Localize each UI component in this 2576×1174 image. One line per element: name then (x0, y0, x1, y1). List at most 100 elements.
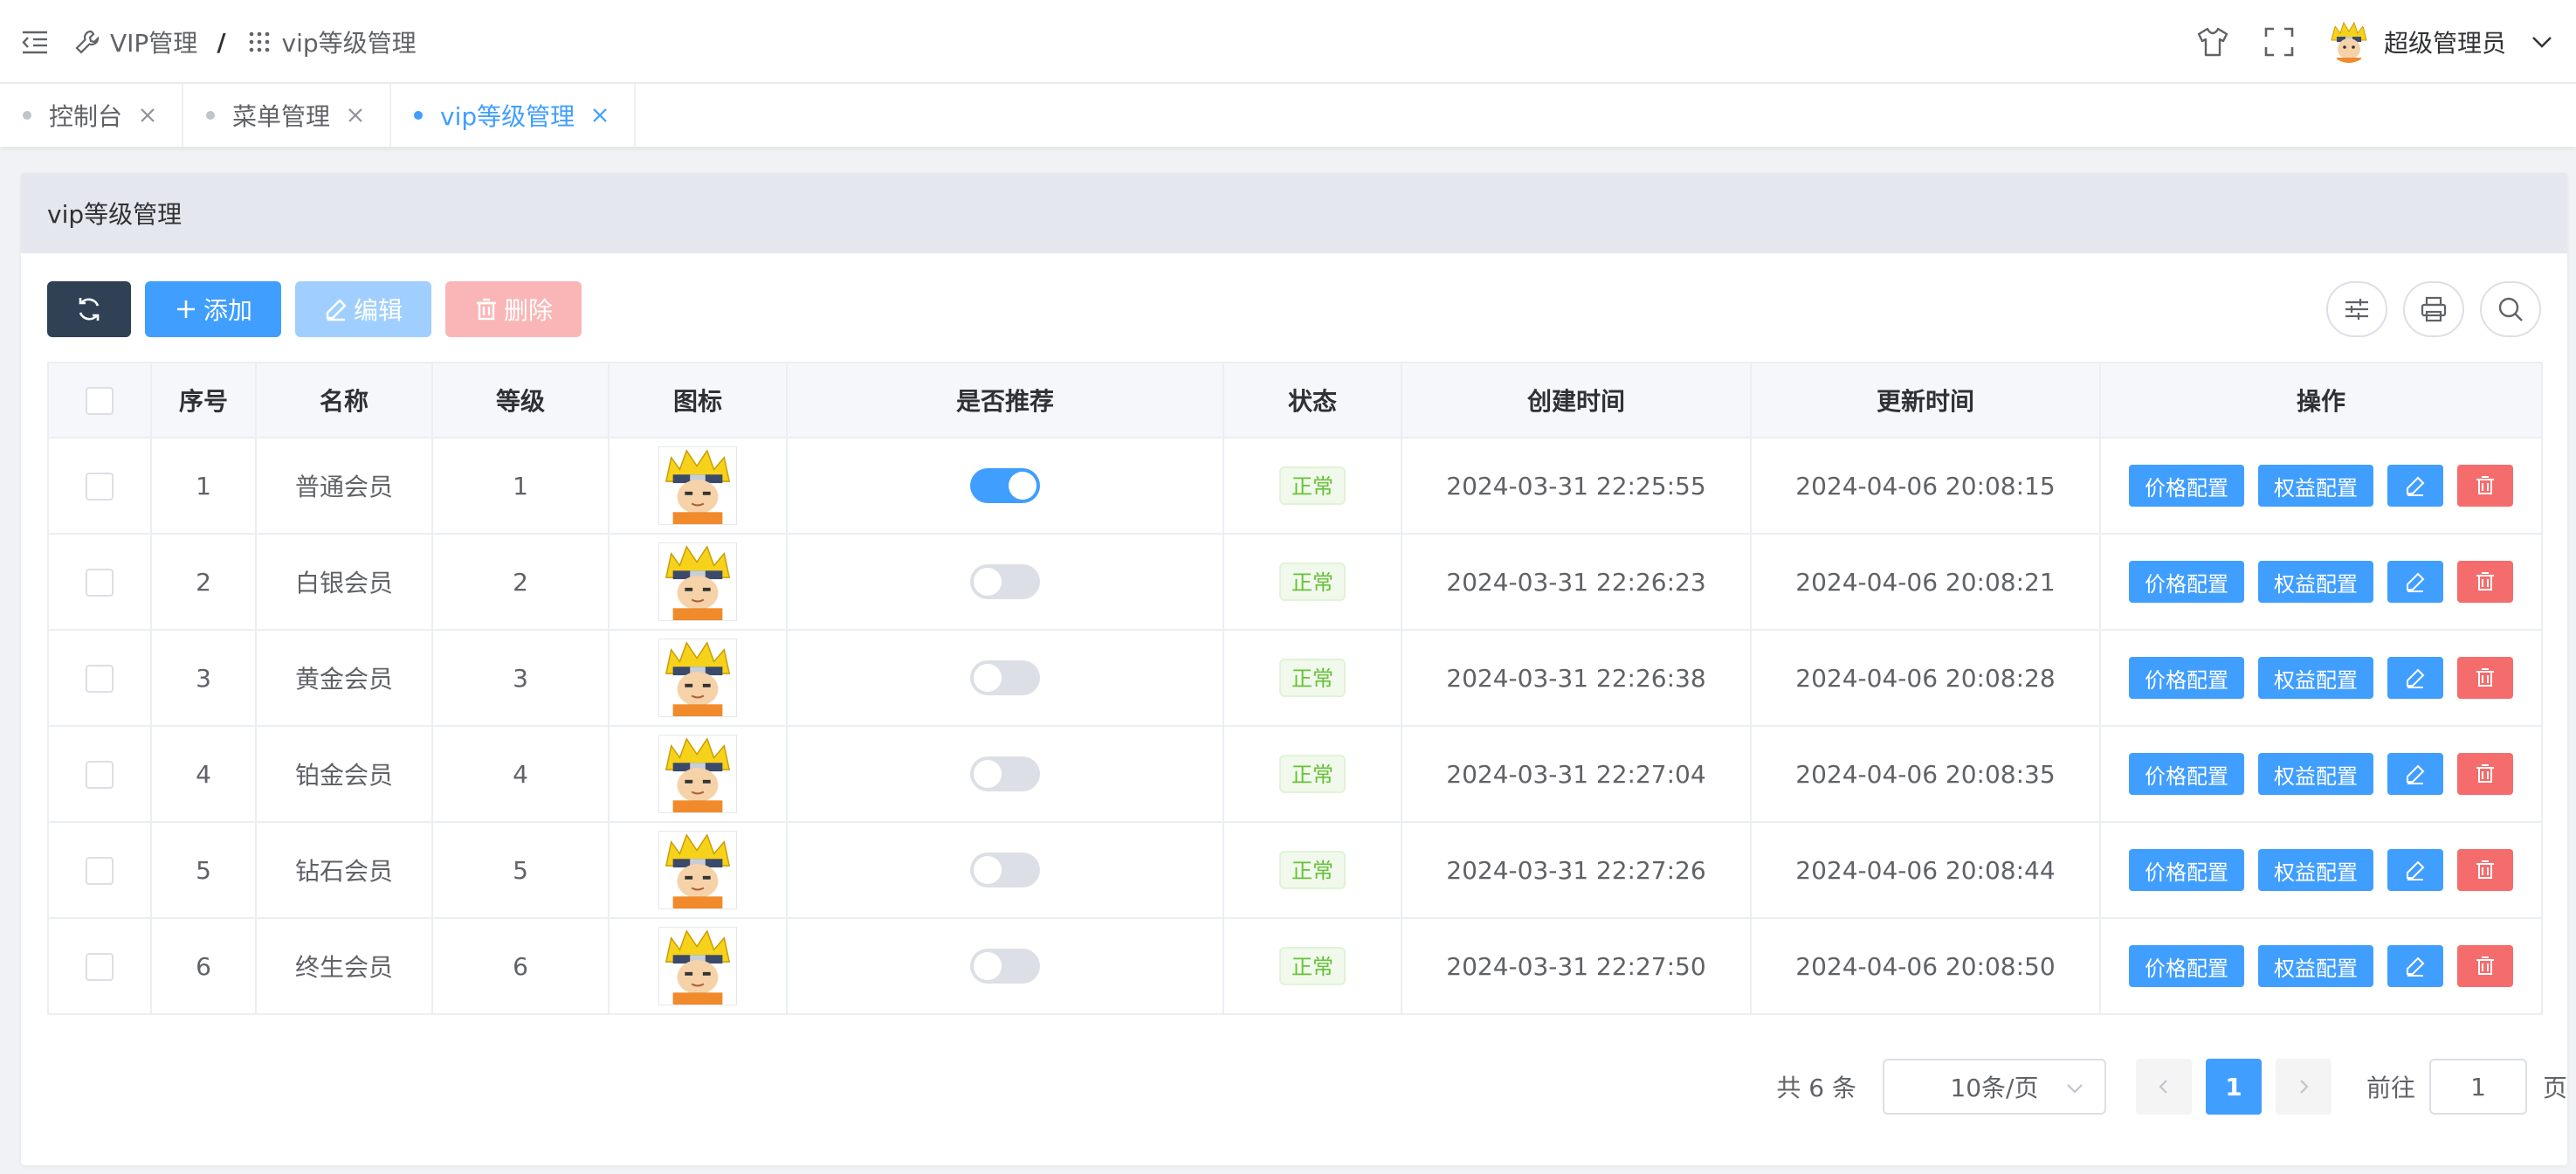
cell-index: 5 (150, 821, 257, 919)
recommend-switch[interactable] (970, 949, 1040, 984)
table-row: 2 白银会员 2 正常 2024-03-31 22:26:23 2024-04-… (47, 533, 2543, 631)
tab-dot (23, 111, 31, 120)
pagination: 共 6 条 10条/页 1 前往 页 (1776, 1059, 2567, 1115)
rights-config-button[interactable]: 权益配置 (2258, 945, 2373, 987)
row-edit-button[interactable] (2387, 561, 2443, 603)
vip-icon-image[interactable] (658, 639, 737, 717)
edit-button[interactable]: 编辑 (295, 281, 431, 337)
fullscreen-icon[interactable] (2262, 24, 2297, 59)
avatar[interactable] (2327, 21, 2370, 63)
row-edit-button[interactable] (2387, 753, 2443, 795)
price-config-button[interactable]: 价格配置 (2129, 561, 2244, 603)
trash-icon (2476, 860, 2494, 879)
row-delete-button[interactable] (2457, 753, 2513, 795)
row-delete-button[interactable] (2457, 945, 2513, 987)
breadcrumb-item-vip[interactable]: VIP管理 (110, 24, 197, 59)
row-delete-button[interactable] (2457, 657, 2513, 699)
cell-status: 正常 (1223, 437, 1402, 535)
row-checkbox[interactable] (86, 953, 114, 981)
row-checkbox[interactable] (86, 857, 114, 885)
row-checkbox[interactable] (86, 473, 114, 501)
cell-level: 2 (431, 533, 610, 631)
edit-icon (2407, 476, 2425, 496)
column-header: 状态 (1223, 362, 1402, 439)
tab-console[interactable]: 控制台 (0, 84, 184, 147)
chevron-down-icon[interactable] (2529, 29, 2555, 55)
recommend-switch[interactable] (970, 564, 1040, 599)
column-header: 更新时间 (1750, 362, 2101, 439)
search-button[interactable] (2480, 281, 2541, 337)
select-all-cell (47, 362, 152, 439)
pagination-total: 共 6 条 (1776, 1074, 1856, 1102)
recommend-switch[interactable] (970, 853, 1040, 887)
trash-icon (2476, 668, 2494, 687)
row-delete-button[interactable] (2457, 465, 2513, 507)
row-select-cell (47, 629, 152, 727)
edit-icon (2407, 860, 2425, 880)
rights-config-button[interactable]: 权益配置 (2258, 849, 2373, 891)
rights-config-button[interactable]: 权益配置 (2258, 753, 2373, 795)
row-checkbox[interactable] (86, 665, 114, 693)
select-all-checkbox[interactable] (86, 387, 114, 415)
page-size-value: 10条/页 (1950, 1074, 2039, 1102)
column-header: 是否推荐 (786, 362, 1224, 439)
print-button[interactable] (2403, 281, 2464, 337)
cell-created: 2024-03-31 22:26:38 (1401, 629, 1752, 727)
goto-page-input[interactable] (2428, 1059, 2527, 1115)
row-edit-button[interactable] (2387, 849, 2443, 891)
price-config-button[interactable]: 价格配置 (2129, 849, 2244, 891)
page-number-current[interactable]: 1 (2205, 1059, 2262, 1115)
rights-config-button[interactable]: 权益配置 (2258, 561, 2373, 603)
cell-icon (608, 629, 788, 727)
row-select-cell (47, 821, 152, 919)
recommend-switch[interactable] (970, 660, 1040, 695)
row-checkbox[interactable] (86, 761, 114, 789)
cell-level: 3 (431, 629, 610, 727)
table-row: 1 普通会员 1 正常 2024-03-31 22:25:55 2024-04-… (47, 437, 2543, 535)
cell-recommended (786, 437, 1224, 535)
vip-icon-image[interactable] (658, 735, 737, 813)
vip-icon-image[interactable] (658, 927, 737, 1005)
status-badge: 正常 (1279, 947, 1346, 985)
vip-icon-image[interactable] (658, 446, 737, 525)
row-edit-button[interactable] (2387, 465, 2443, 507)
rights-config-button[interactable]: 权益配置 (2258, 465, 2373, 507)
price-config-button[interactable]: 价格配置 (2129, 465, 2244, 507)
refresh-button[interactable] (47, 281, 131, 337)
cell-recommended (786, 533, 1224, 631)
recommend-switch[interactable] (970, 756, 1040, 791)
close-icon[interactable] (136, 104, 159, 127)
row-checkbox[interactable] (86, 569, 114, 597)
shirt-icon[interactable] (2195, 24, 2230, 59)
row-delete-button[interactable] (2457, 849, 2513, 891)
tab-vip-level-management[interactable]: vip等级管理 (391, 84, 637, 147)
recommend-switch[interactable] (970, 468, 1040, 503)
row-select-cell (47, 437, 152, 535)
page-size-select[interactable]: 10条/页 (1882, 1059, 2106, 1115)
sidebar-toggle-icon[interactable] (19, 26, 51, 58)
row-edit-button[interactable] (2387, 657, 2443, 699)
rights-config-button[interactable]: 权益配置 (2258, 657, 2373, 699)
tab-dot (414, 111, 424, 120)
price-config-button[interactable]: 价格配置 (2129, 753, 2244, 795)
delete-button[interactable]: 删除 (445, 281, 582, 337)
vip-icon-image[interactable] (658, 831, 737, 909)
row-delete-button[interactable] (2457, 561, 2513, 603)
price-config-button[interactable]: 价格配置 (2129, 657, 2244, 699)
user-name[interactable]: 超级管理员 (2384, 24, 2506, 59)
row-edit-button[interactable] (2387, 945, 2443, 987)
vip-icon-image[interactable] (658, 542, 737, 621)
edit-icon (326, 299, 347, 321)
prev-page-button[interactable] (2135, 1059, 2192, 1115)
column-settings-button[interactable] (2326, 281, 2387, 337)
tab-menu-management[interactable]: 菜单管理 (183, 84, 392, 147)
close-icon[interactable] (344, 104, 367, 127)
close-icon[interactable] (589, 104, 611, 127)
status-badge: 正常 (1279, 466, 1346, 505)
add-button[interactable]: 添加 (145, 281, 281, 337)
breadcrumb-item-vip-level: vip等级管理 (281, 29, 417, 58)
next-page-button[interactable] (2275, 1059, 2331, 1115)
trash-icon (2476, 956, 2494, 975)
price-config-button[interactable]: 价格配置 (2129, 945, 2244, 987)
wrench-icon (73, 28, 101, 56)
